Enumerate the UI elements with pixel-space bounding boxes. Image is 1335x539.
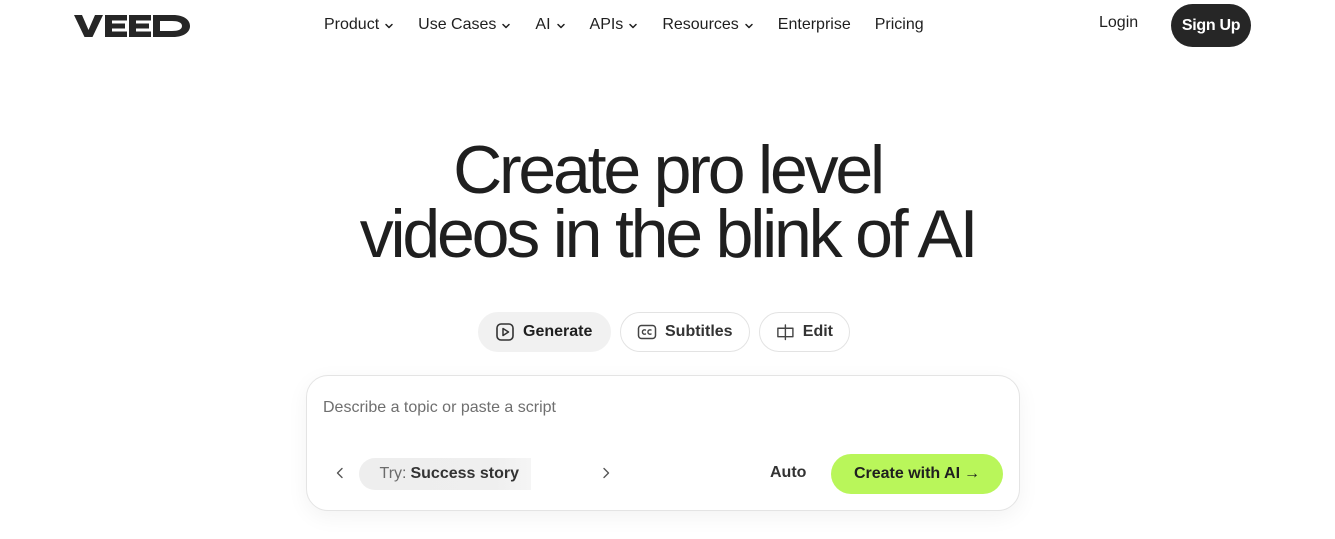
nav-resources-label: Resources: [662, 16, 739, 33]
nav-apis-label: APIs: [589, 16, 624, 33]
nav-resources[interactable]: Resources: [662, 16, 753, 34]
auto-mode-toggle[interactable]: Auto: [770, 464, 806, 482]
hero-title-line-2: videos in the blink of AI: [359, 196, 979, 272]
tab-edit[interactable]: Edit: [759, 312, 850, 352]
chevron-down-icon: [556, 23, 565, 28]
edit-cut-icon: [777, 324, 794, 341]
main-nav: Product Use Cases AI APIs Resources Ente…: [324, 0, 924, 50]
nav-product-label: Product: [324, 16, 380, 33]
chevron-down-icon: [502, 23, 511, 28]
prompt-input[interactable]: [323, 396, 1003, 420]
nav-enterprise[interactable]: Enterprise: [778, 16, 851, 34]
prompt-card: Try: Success story Auto Create with AI →: [306, 375, 1020, 511]
create-with-ai-button[interactable]: Create with AI →: [831, 454, 1003, 494]
tab-subtitles-label: Subtitles: [665, 323, 733, 340]
hero-title: Create pro level videos in the blink of …: [0, 132, 1335, 272]
chevron-down-icon: [385, 23, 393, 28]
chevron-left-icon: [336, 467, 343, 479]
hero-title-line-1: Create pro level: [453, 132, 885, 208]
nav-pricing-label: Pricing: [874, 16, 924, 33]
nav-use-cases-label: Use Cases: [418, 16, 497, 33]
play-square-icon: [496, 323, 514, 341]
nav-apis[interactable]: APIs: [590, 16, 639, 34]
veed-logo-mark: [74, 15, 190, 37]
login-link[interactable]: Login: [1099, 14, 1138, 32]
chevron-down-icon: [629, 23, 638, 28]
nav-ai-label: AI: [535, 16, 551, 33]
mode-tabs: Generate Subtitles Edit: [478, 312, 850, 352]
suggestion-text: Success story: [410, 465, 519, 482]
nav-use-cases[interactable]: Use Cases: [418, 16, 511, 34]
signup-button[interactable]: Sign Up: [1171, 4, 1251, 47]
closed-captions-icon: [637, 324, 657, 340]
chevron-down-icon: [745, 23, 753, 28]
suggestion-prev-button[interactable]: [329, 462, 351, 484]
nav-product[interactable]: Product: [324, 16, 394, 34]
tab-subtitles[interactable]: Subtitles: [620, 312, 750, 352]
suggestion-prefix: Try:: [379, 465, 407, 482]
create-with-ai-label: Create with AI: [853, 465, 961, 482]
arrow-right-icon: →: [964, 465, 981, 482]
page: Product Use Cases AI APIs Resources Ente…: [0, 0, 1335, 539]
suggestion-next-button[interactable]: [595, 462, 617, 484]
tab-generate-label: Generate: [523, 323, 593, 340]
suggestion-chip[interactable]: Try: Success story: [359, 458, 531, 490]
nav-pricing[interactable]: Pricing: [875, 16, 924, 34]
tab-edit-label: Edit: [802, 323, 833, 340]
veed-logo[interactable]: [74, 10, 192, 40]
chevron-right-icon: [603, 467, 610, 479]
nav-ai[interactable]: AI: [535, 16, 565, 34]
tab-generate[interactable]: Generate: [478, 312, 611, 352]
nav-enterprise-label: Enterprise: [777, 16, 851, 33]
